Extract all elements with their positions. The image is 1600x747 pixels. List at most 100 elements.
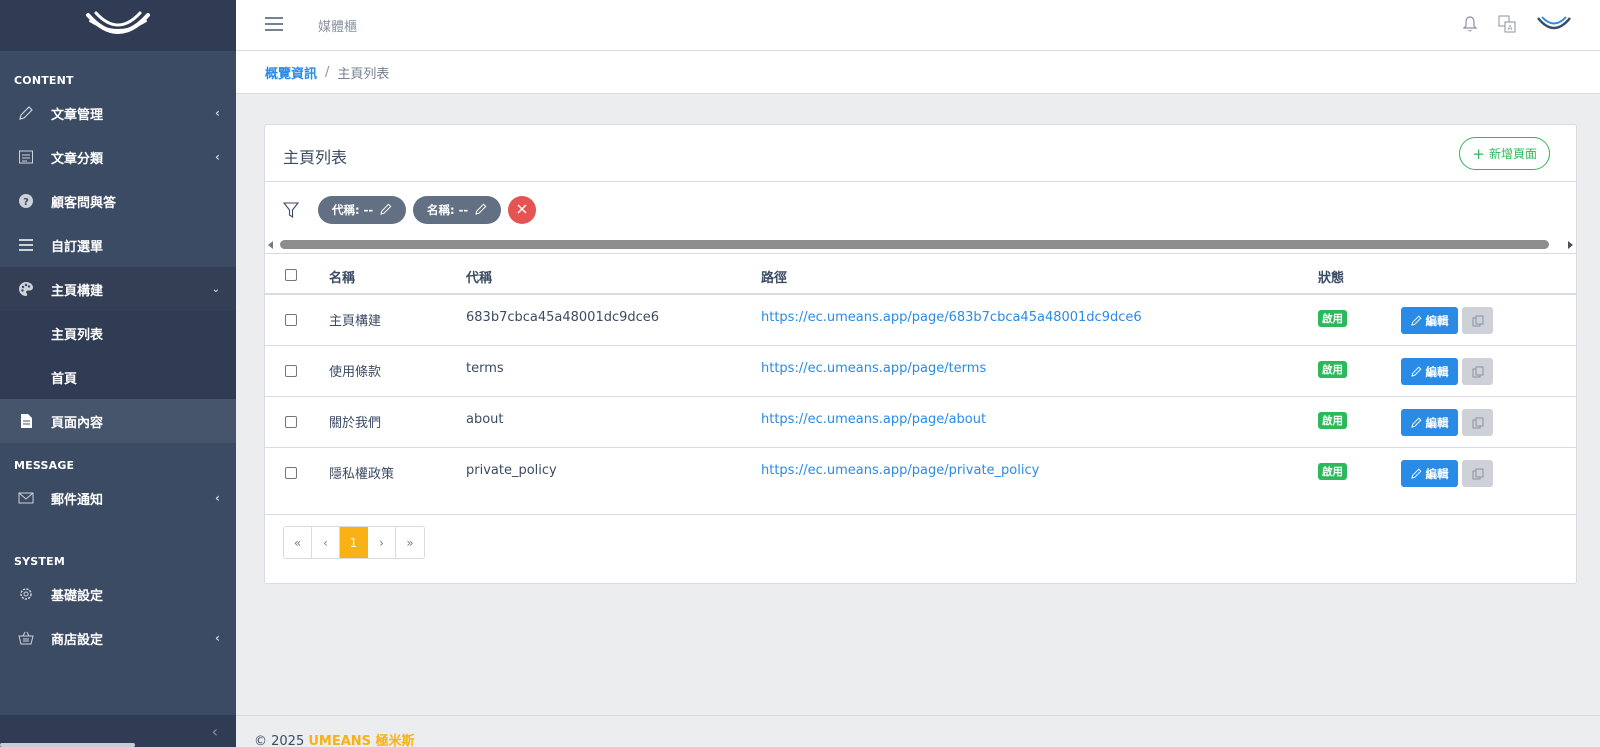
document-icon — [17, 412, 35, 430]
row-checkbox[interactable] — [285, 416, 297, 428]
column-header-status[interactable]: 狀態 — [1318, 267, 1344, 286]
pencil-icon — [1410, 468, 1421, 479]
horizontal-scrollbar[interactable] — [265, 240, 1576, 251]
status-badge: 啟用 — [1318, 463, 1347, 480]
edit-label: 編輯 — [1425, 466, 1449, 481]
sidebar-item-label: 自訂選單 — [51, 239, 104, 255]
chevron-down-icon: ⌄ — [211, 283, 220, 295]
header-link-media[interactable]: 媒體櫃 — [318, 16, 357, 35]
pagination-last[interactable]: » — [396, 527, 424, 558]
table-row: 使用條款 terms https://ec.umeans.app/page/te… — [265, 346, 1576, 397]
basket-icon — [17, 629, 35, 647]
cell-code: private_policy — [466, 463, 557, 478]
scrollbar-thumb[interactable] — [280, 240, 1549, 249]
sidebar-item-label: 主頁構建 — [51, 283, 104, 299]
copy-button[interactable] — [1462, 409, 1493, 436]
sidebar-item-homepage-builder[interactable]: 主頁構建 ⌄ — [0, 267, 236, 311]
sidebar-item-label: 商店設定 — [51, 632, 104, 648]
chevron-left-icon: ‹ — [215, 631, 220, 645]
breadcrumb-home-link[interactable]: 概覽資訊 — [265, 63, 317, 82]
edit-label: 編輯 — [1425, 313, 1449, 328]
sidebar-item-label: 基礎設定 — [51, 588, 104, 604]
copy-button[interactable] — [1462, 307, 1493, 334]
copy-button[interactable] — [1462, 460, 1493, 487]
filter-chip-code[interactable]: 代稱: -- — [318, 196, 407, 224]
pagination: « ‹ 1 › » — [283, 526, 425, 559]
cell-code: terms — [466, 361, 504, 376]
column-header-name[interactable]: 名稱 — [329, 267, 355, 286]
edit-button[interactable]: 編輯 — [1401, 460, 1458, 487]
sidebar-item-basic-settings[interactable]: 基礎設定 — [0, 572, 236, 616]
status-badge: 啟用 — [1318, 361, 1347, 378]
table-header: 名稱 代稱 路徑 狀態 — [265, 253, 1576, 295]
clear-filters-button[interactable] — [508, 196, 536, 224]
table-row: 隱私權政策 private_policy https://ec.umeans.a… — [265, 448, 1576, 499]
row-checkbox[interactable] — [285, 314, 297, 326]
envelope-icon — [17, 489, 35, 507]
cell-path-link[interactable]: https://ec.umeans.app/page/private_polic… — [761, 463, 1039, 478]
sidebar-item-faq[interactable]: ? 顧客問與答 — [0, 179, 236, 223]
copy-icon — [1472, 417, 1483, 428]
cell-name: 隱私權政策 — [329, 467, 395, 482]
cell-name: 主頁構建 — [329, 314, 382, 329]
translate-icon[interactable]: A — [1498, 15, 1516, 37]
section-title-system: SYSTEM — [14, 555, 65, 568]
scroll-right-arrow-icon[interactable] — [1568, 241, 1573, 249]
pagination-prev[interactable]: ‹ — [312, 527, 340, 558]
sidebar-item-homepage-list[interactable]: 主頁列表 — [0, 311, 236, 355]
edit-button[interactable]: 編輯 — [1401, 307, 1458, 334]
header-icons: A — [1442, 14, 1572, 38]
edit-button[interactable]: 編輯 — [1401, 409, 1458, 436]
page-list-card: 主頁列表 + 新增頁面 代稱: -- 名稱: -- 名稱 代稱 路徑 狀態 主頁… — [264, 124, 1577, 584]
pagination-page-current[interactable]: 1 — [340, 527, 368, 558]
cell-code: 683b7cbca45a48001dc9dce6 — [466, 310, 660, 325]
pencil-icon — [475, 203, 487, 218]
hamburger-menu-icon[interactable] — [265, 17, 283, 35]
filter-icon[interactable] — [282, 202, 300, 222]
filter-chip-label: 代稱: -- — [332, 203, 374, 217]
sidebar-scrollbar[interactable] — [0, 743, 135, 747]
sidebar-brand-logo[interactable] — [0, 0, 236, 51]
edit-button[interactable]: 編輯 — [1401, 358, 1458, 385]
copy-button[interactable] — [1462, 358, 1493, 385]
column-header-path[interactable]: 路徑 — [761, 267, 787, 286]
user-avatar-logo[interactable] — [1536, 14, 1572, 38]
sidebar-item-home[interactable]: 首頁 — [0, 355, 236, 399]
footer: © 2025 UMEANS 極米斯 — [236, 715, 1600, 747]
sidebar-item-categories[interactable]: 文章分類 ‹ — [0, 135, 236, 179]
cell-path-link[interactable]: https://ec.umeans.app/page/683b7cbca45a4… — [761, 310, 1142, 325]
sidebar-item-page-content[interactable]: 頁面內容 — [0, 399, 236, 443]
sidebar-submenu-homepage-builder: 主頁列表 首頁 — [0, 311, 236, 399]
row-checkbox[interactable] — [285, 467, 297, 479]
cell-code: about — [466, 412, 504, 427]
pagination-next[interactable]: › — [368, 527, 396, 558]
section-title-content: CONTENT — [14, 74, 74, 87]
filter-chip-name[interactable]: 名稱: -- — [413, 196, 502, 224]
card-header: 主頁列表 + 新增頁面 — [265, 125, 1576, 182]
sidebar-minimizer[interactable]: ‹ — [0, 715, 236, 747]
edit-label: 編輯 — [1425, 364, 1449, 379]
brand-logo-icon — [86, 11, 150, 34]
pages-table: 名稱 代稱 路徑 狀態 主頁構建 683b7cbca45a48001dc9dce… — [265, 253, 1576, 499]
pagination-first[interactable]: « — [284, 527, 312, 558]
select-all-checkbox[interactable] — [285, 269, 297, 281]
sidebar-item-mail-notice[interactable]: 郵件通知 ‹ — [0, 476, 236, 520]
bell-icon[interactable] — [1462, 15, 1478, 37]
cell-name: 關於我們 — [329, 416, 382, 431]
sidebar-item-custom-menu[interactable]: 自訂選單 — [0, 223, 236, 267]
breadcrumb-separator: / — [325, 64, 330, 80]
sidebar-item-articles[interactable]: 文章管理 ‹ — [0, 91, 236, 135]
cell-path-link[interactable]: https://ec.umeans.app/page/terms — [761, 361, 986, 376]
sidebar-item-shop-settings[interactable]: 商店設定 ‹ — [0, 616, 236, 660]
question-circle-icon: ? — [17, 192, 35, 210]
scroll-left-arrow-icon[interactable] — [268, 241, 273, 249]
footer-brand-link[interactable]: UMEANS 極米斯 — [308, 734, 414, 747]
edit-label: 編輯 — [1425, 415, 1449, 430]
svg-text:?: ? — [23, 197, 29, 208]
cell-path-link[interactable]: https://ec.umeans.app/page/about — [761, 412, 986, 427]
add-page-button[interactable]: + 新增頁面 — [1459, 137, 1550, 170]
sidebar: CONTENT 文章管理 ‹ 文章分類 ‹ ? 顧客問與答 自訂選單 主頁構建 … — [0, 0, 236, 747]
cell-name: 使用條款 — [329, 365, 382, 380]
row-checkbox[interactable] — [285, 365, 297, 377]
column-header-code[interactable]: 代稱 — [466, 267, 492, 286]
